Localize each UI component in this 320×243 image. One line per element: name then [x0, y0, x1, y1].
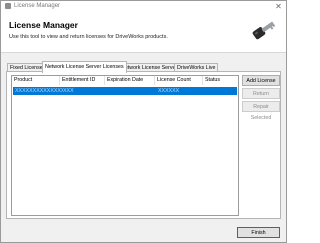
- column-header-status[interactable]: Status: [203, 76, 238, 85]
- cell-expiration-date: [106, 87, 158, 95]
- window-title: License Manager: [14, 3, 61, 9]
- column-header-entitlement-id[interactable]: Entitlement ID: [60, 76, 105, 85]
- title-bar: License Manager ✕: [1, 1, 286, 12]
- cell-license-count: XXXXXX: [158, 88, 180, 94]
- page-description: Use this tool to view and return license…: [9, 34, 168, 40]
- finish-button[interactable]: Finish: [237, 227, 280, 238]
- repair-selected-button[interactable]: Repair Selected: [242, 101, 280, 121]
- tab-network-license-server-licenses[interactable]: Network License Server Licenses: [42, 61, 127, 73]
- key-icon: [252, 21, 276, 40]
- column-header-product[interactable]: Product: [12, 76, 60, 85]
- cell-status: [204, 87, 239, 95]
- header-banner: License Manager Use this tool to view an…: [1, 12, 286, 53]
- close-icon[interactable]: ✕: [274, 2, 283, 11]
- app-icon: [5, 3, 11, 9]
- licenses-table[interactable]: Product Entitlement ID Expiration Date L…: [11, 75, 239, 216]
- cell-product: XXXXXXXXXXXXXXXXXXX: [15, 88, 63, 94]
- column-header-expiration-date[interactable]: Expiration Date: [105, 76, 155, 85]
- cell-entitlement-id: XXX: [63, 88, 74, 94]
- add-license-button[interactable]: Add License: [242, 75, 280, 86]
- table-row[interactable]: XXXXXXXXXXXXXXXXXXX XXX XXXXXX: [13, 87, 237, 95]
- column-header-license-count[interactable]: License Count: [155, 76, 203, 85]
- table-header: Product Entitlement ID Expiration Date L…: [12, 76, 238, 85]
- license-manager-window: License Manager ✕ License Manager Use th…: [0, 0, 287, 243]
- tab-panel: Product Entitlement ID Expiration Date L…: [6, 71, 281, 219]
- page-title: License Manager: [9, 20, 78, 30]
- return-selected-button[interactable]: Return Selected: [242, 88, 280, 108]
